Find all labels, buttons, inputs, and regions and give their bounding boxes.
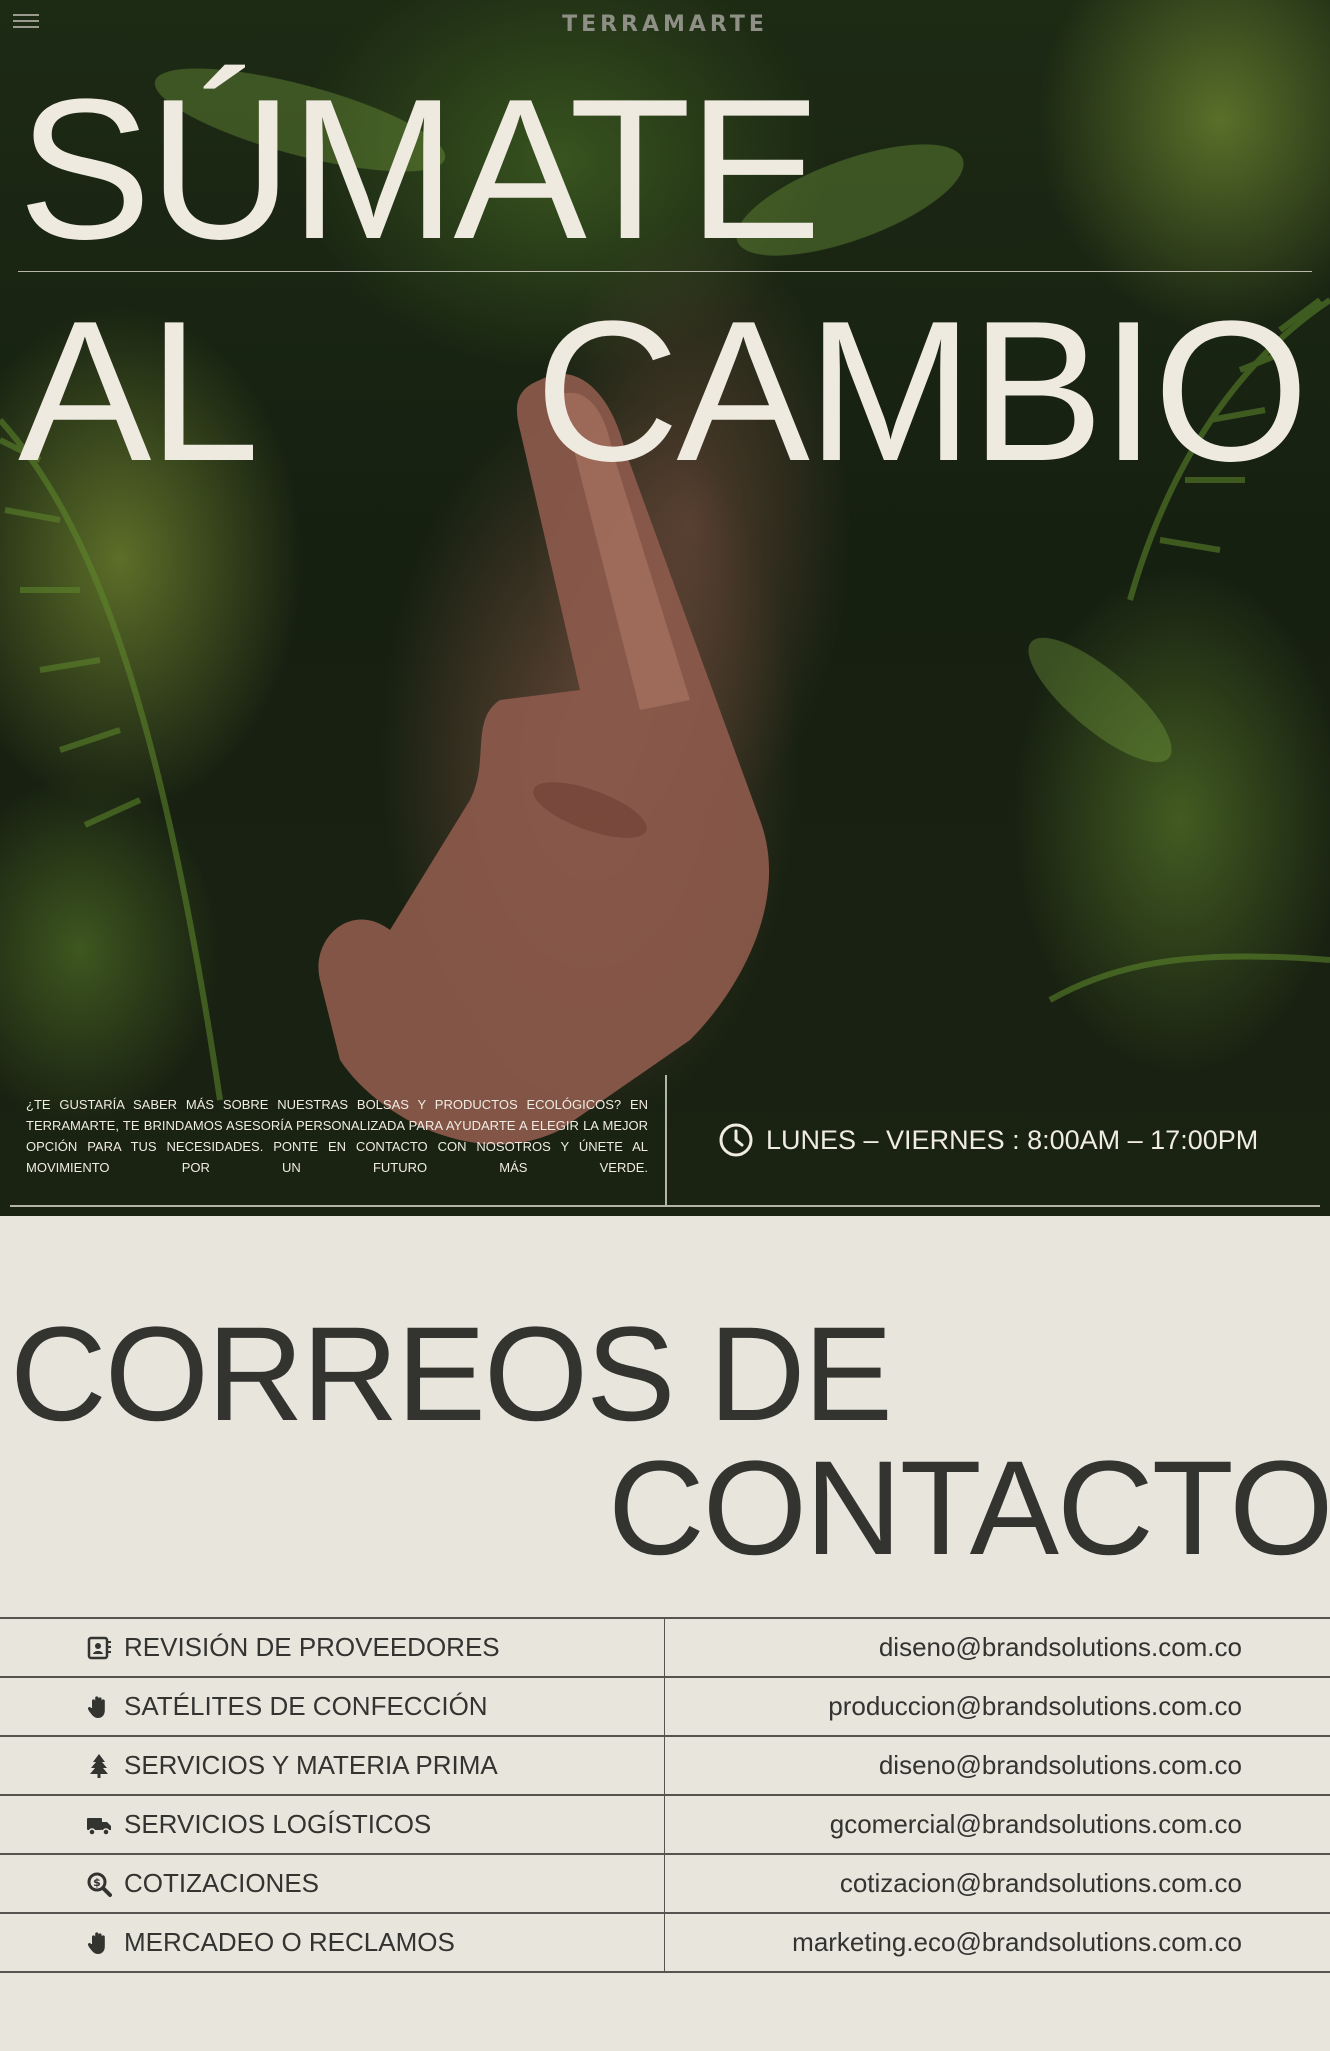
- table-row: REVISIÓN DE PROVEEDORES diseno@brandsolu…: [0, 1617, 1330, 1676]
- table-row: SERVICIOS Y MATERIA PRIMA diseno@brandso…: [0, 1735, 1330, 1794]
- row-label: SATÉLITES DE CONFECCIÓN: [124, 1691, 488, 1721]
- hand-icon: [87, 1931, 105, 1954]
- tree-icon: [90, 1753, 108, 1778]
- email-link[interactable]: gcomercial@brandsolutions.com.co: [830, 1809, 1242, 1840]
- email-link[interactable]: marketing.eco@brandsolutions.com.co: [792, 1927, 1242, 1958]
- row-label: COTIZACIONES: [124, 1868, 320, 1898]
- table-row: SATÉLITES DE CONFECCIÓN produccion@brand…: [0, 1676, 1330, 1735]
- headline-cambio: CAMBIO: [535, 280, 1309, 503]
- hero-vertical-divider: [665, 1075, 667, 1205]
- row-label: SERVICIOS LOGÍSTICOS: [124, 1809, 432, 1839]
- contact-title-line-2: CONTACTO: [608, 1434, 1330, 1583]
- headline-al: AL: [18, 280, 260, 503]
- row-label: REVISIÓN DE PROVEEDORES: [124, 1632, 500, 1662]
- hero-section: TERRAMARTE SÚMATE AL CAMBIO ¿Te gustaría…: [0, 0, 1330, 1216]
- brand-logo[interactable]: TERRAMARTE: [0, 12, 1330, 37]
- svg-text:$: $: [93, 1876, 101, 1889]
- business-hours: LUNES – VIERNES : 8:00AM – 17:00PM: [718, 1120, 1258, 1160]
- email-link[interactable]: produccion@brandsolutions.com.co: [828, 1691, 1242, 1722]
- contact-card-icon: [87, 1636, 111, 1659]
- clock-icon: [719, 1123, 753, 1157]
- email-link[interactable]: cotizacion@brandsolutions.com.co: [840, 1868, 1242, 1899]
- truck-icon: [87, 1817, 111, 1836]
- headline-divider: [18, 271, 1312, 272]
- search-dollar-icon: $: [87, 1872, 112, 1897]
- table-row: SERVICIOS LOGÍSTICOS gcomercial@brandsol…: [0, 1794, 1330, 1853]
- headline-line-1: SÚMATE: [18, 58, 822, 281]
- business-hours-text: LUNES – VIERNES : 8:00AM – 17:00PM: [766, 1124, 1259, 1155]
- contact-title-line-1: CORREOS DE: [10, 1300, 893, 1449]
- email-link[interactable]: diseno@brandsolutions.com.co: [879, 1750, 1242, 1781]
- email-link[interactable]: diseno@brandsolutions.com.co: [879, 1632, 1242, 1663]
- contact-email-table: REVISIÓN DE PROVEEDORES diseno@brandsolu…: [0, 1617, 1330, 1973]
- hand-icon: [87, 1695, 105, 1718]
- row-label: MERCADEO O RECLAMOS: [124, 1927, 455, 1957]
- hero-blurb: ¿Te gustaría saber más sobre nuestras bo…: [26, 1097, 648, 1175]
- hero-bottom-divider: [10, 1205, 1320, 1207]
- table-row: MERCADEO O RECLAMOS marketing.eco@brands…: [0, 1912, 1330, 1973]
- table-row: $ COTIZACIONES cotizacion@brandsolutions…: [0, 1853, 1330, 1912]
- row-label: SERVICIOS Y MATERIA PRIMA: [124, 1750, 498, 1780]
